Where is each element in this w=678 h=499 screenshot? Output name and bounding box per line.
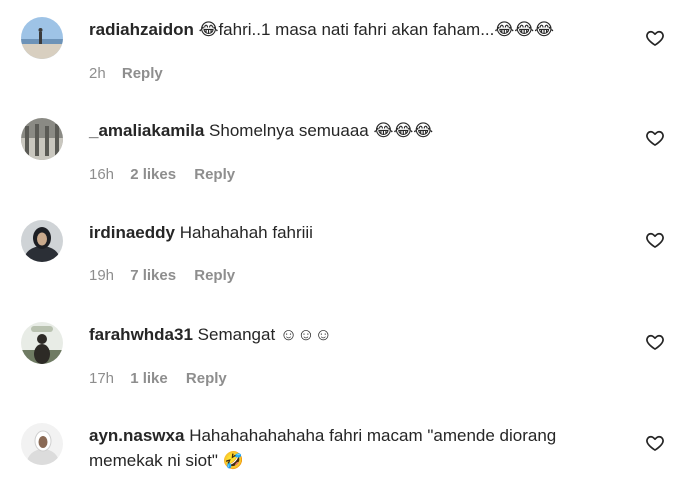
reply-button[interactable]: Reply <box>122 65 163 82</box>
avatar[interactable] <box>21 322 63 364</box>
comment-text: Semangat ☺☺☺ <box>197 325 332 344</box>
comment-likes[interactable]: 1 like <box>130 370 168 387</box>
reply-button[interactable]: Reply <box>186 370 227 387</box>
avatar[interactable] <box>21 220 63 262</box>
comment-username[interactable]: _amaliakamila <box>89 121 204 140</box>
comments-list: radiahzaidon 😂fahri..1 masa nati fahri a… <box>0 0 678 499</box>
comment-likes[interactable]: 7 likes <box>130 267 176 284</box>
heart-outline-icon[interactable] <box>645 230 665 250</box>
comment-username[interactable]: farahwhda31 <box>89 325 193 344</box>
comment-time[interactable]: 17h <box>89 370 114 387</box>
comment-username[interactable]: ayn.naswxa <box>89 426 184 445</box>
avatar-image <box>21 17 63 59</box>
avatar-image <box>21 423 63 465</box>
comment-time[interactable]: 16h <box>89 166 114 183</box>
comment-meta: 2h Reply <box>89 65 177 82</box>
heart-outline-icon[interactable] <box>645 128 665 148</box>
comment-meta: 17h 1 like Reply <box>89 370 241 387</box>
avatar-image <box>21 118 63 160</box>
comment-text: 😂fahri..1 masa nati fahri akan faham...😂… <box>198 20 554 39</box>
heart-outline-icon[interactable] <box>645 28 665 48</box>
comment-body: radiahzaidon 😂fahri..1 masa nati fahri a… <box>89 17 629 42</box>
comment-meta: 19h 7 likes Reply <box>89 267 249 284</box>
avatar[interactable] <box>21 118 63 160</box>
comment-time[interactable]: 2h <box>89 65 106 82</box>
comment-likes[interactable]: 2 likes <box>130 166 176 183</box>
avatar-image <box>21 322 63 364</box>
comment-text: Shomelnya semuaaa 😂😂😂 <box>209 121 434 140</box>
comment-meta: 16h 2 likes Reply <box>89 166 249 183</box>
avatar[interactable] <box>21 17 63 59</box>
comment-text: Hahahahah fahriii <box>179 223 313 242</box>
comment-body: farahwhda31 Semangat ☺☺☺ <box>89 322 629 347</box>
comment-username[interactable]: radiahzaidon <box>89 20 194 39</box>
heart-outline-icon[interactable] <box>645 433 665 453</box>
comment-username[interactable]: irdinaeddy <box>89 223 175 242</box>
avatar[interactable] <box>21 423 63 465</box>
avatar-image <box>21 220 63 262</box>
reply-button[interactable]: Reply <box>194 267 235 284</box>
comment-body: _amaliakamila Shomelnya semuaaa 😂😂😂 <box>89 118 629 143</box>
comment-body: ayn.naswxa Hahahahahahaha fahri macam "a… <box>89 423 629 473</box>
heart-outline-icon[interactable] <box>645 332 665 352</box>
reply-button[interactable]: Reply <box>194 166 235 183</box>
comment-time[interactable]: 19h <box>89 267 114 284</box>
comment-body: irdinaeddy Hahahahah fahriii <box>89 220 629 245</box>
